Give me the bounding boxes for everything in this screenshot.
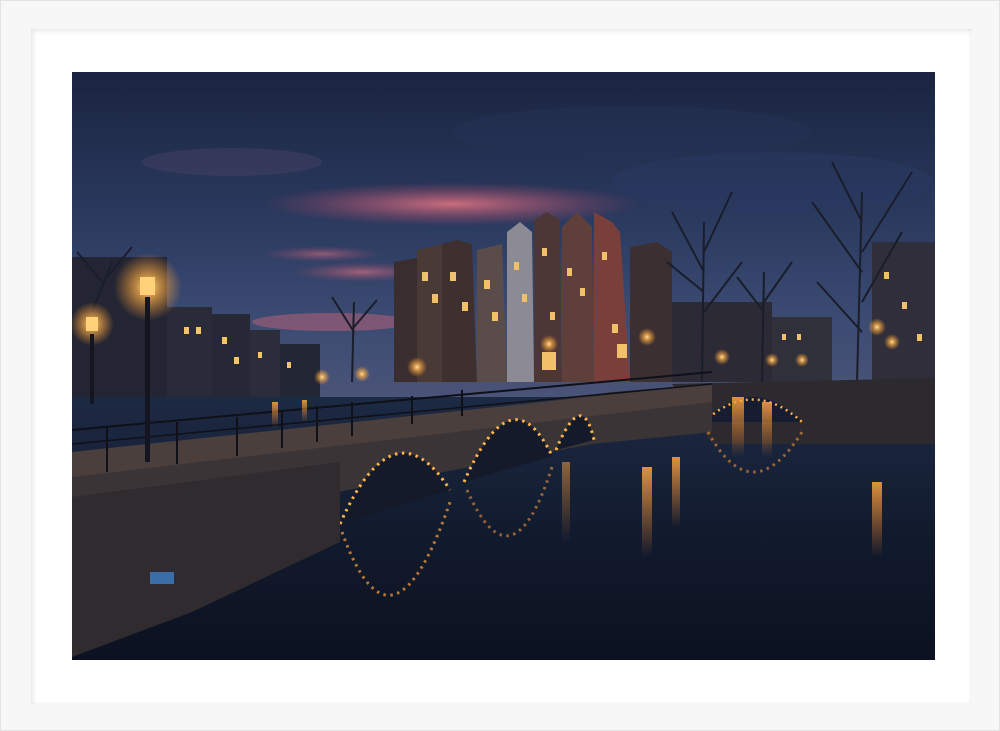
canal-night-scene: [72, 72, 935, 660]
framed-photo: [72, 72, 935, 660]
wall-sign: [150, 572, 174, 584]
